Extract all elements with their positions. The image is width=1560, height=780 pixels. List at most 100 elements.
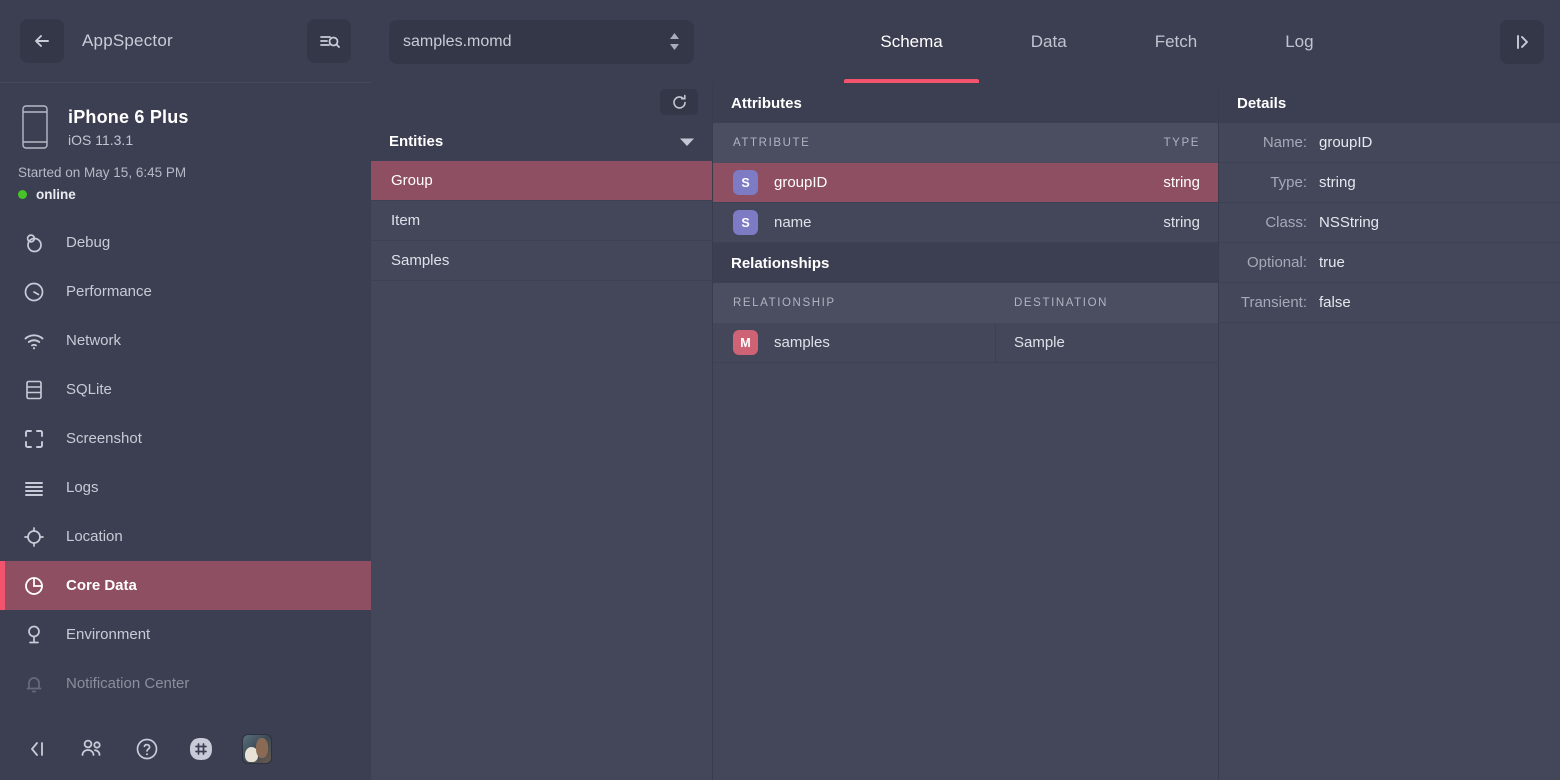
attribute-type: string	[1138, 214, 1218, 231]
sidebar-item-sqlite[interactable]: SQLite	[0, 365, 371, 414]
attribute-name-cell: S name	[713, 210, 1138, 235]
core-data-icon	[22, 574, 46, 598]
debug-icon	[22, 231, 46, 255]
column-relationship: RELATIONSHIP	[713, 297, 996, 309]
column-destination: DESTINATION	[996, 297, 1218, 309]
attributes-panel: Attributes ATTRIBUTE TYPE S groupID stri…	[713, 83, 1219, 780]
back-button[interactable]	[20, 19, 64, 63]
sidebar-item-core-data[interactable]: Core Data	[0, 561, 371, 610]
sidebar-item-debug[interactable]: Debug	[0, 218, 371, 267]
detail-value: string	[1319, 174, 1356, 191]
chevron-down-icon[interactable]	[680, 137, 694, 146]
team-icon[interactable]	[78, 737, 106, 761]
detail-row-class: Class: NSString	[1219, 203, 1560, 243]
sidebar-item-location[interactable]: Location	[0, 512, 371, 561]
filter-search-button[interactable]	[307, 19, 351, 63]
tab-label: Schema	[880, 32, 942, 52]
sidebar-item-network[interactable]: Network	[0, 316, 371, 365]
sidebar-item-label: Debug	[66, 234, 110, 251]
entities-empty-space	[371, 281, 712, 780]
table-row[interactable]: S name string	[713, 203, 1218, 243]
tab-label: Log	[1285, 32, 1313, 52]
attributes-empty-space	[713, 363, 1218, 780]
model-select-value: samples.momd	[403, 33, 511, 51]
sidebar-item-label: Notification Center	[66, 675, 189, 692]
detail-key: Type:	[1219, 174, 1319, 191]
sidebar-item-logs[interactable]: Logs	[0, 463, 371, 512]
network-icon	[22, 329, 46, 353]
table-row[interactable]: Item	[371, 201, 712, 241]
model-select[interactable]: samples.momd	[389, 20, 694, 64]
entities-title: Entities	[389, 133, 443, 150]
attributes-header: Attributes	[713, 83, 1218, 123]
status-badge: online	[18, 187, 371, 202]
column-attribute: ATTRIBUTE	[713, 137, 1138, 149]
filter-search-icon	[317, 29, 341, 53]
attributes-title: Attributes	[731, 95, 802, 112]
refresh-button[interactable]	[660, 89, 698, 115]
attributes-column-header: ATTRIBUTE TYPE	[713, 123, 1218, 163]
detail-value: true	[1319, 254, 1345, 271]
bell-icon	[22, 672, 46, 696]
help-icon[interactable]	[134, 736, 160, 762]
detail-key: Transient:	[1219, 294, 1319, 311]
entities-header: Entities	[371, 121, 712, 161]
detail-value: groupID	[1319, 134, 1372, 151]
sidebar-item-label: Screenshot	[66, 430, 142, 447]
detail-row-transient: Transient: false	[1219, 283, 1560, 323]
panel-expand-button[interactable]	[1500, 20, 1544, 64]
session-info: Started on May 15, 6:45 PM online	[0, 149, 371, 212]
collapse-sidebar-icon[interactable]	[26, 738, 50, 760]
details-title: Details	[1237, 95, 1286, 112]
sidebar-item-label: SQLite	[66, 381, 112, 398]
performance-icon	[22, 280, 46, 304]
sidebar-item-notification-center[interactable]: Notification Center	[0, 659, 371, 708]
app-title: AppSpector	[82, 31, 173, 51]
type-badge-string: S	[733, 170, 758, 195]
sidebar-header: AppSpector	[0, 0, 371, 83]
relationship-name: samples	[774, 334, 830, 351]
sidebar-item-label: Location	[66, 528, 123, 545]
table-row[interactable]: S groupID string	[713, 163, 1218, 203]
sidebar-item-performance[interactable]: Performance	[0, 267, 371, 316]
table-row[interactable]: Samples	[371, 241, 712, 281]
tab-data[interactable]: Data	[987, 0, 1111, 83]
avatar[interactable]	[242, 734, 272, 764]
detail-key: Optional:	[1219, 254, 1319, 271]
phone-icon	[22, 105, 48, 149]
device-name: iPhone 6 Plus	[68, 107, 189, 128]
session-started: Started on May 15, 6:45 PM	[18, 165, 371, 180]
relationship-destination: Sample	[996, 334, 1218, 351]
details-empty-space	[1219, 323, 1560, 780]
tab-log[interactable]: Log	[1241, 0, 1357, 83]
relationships-header: Relationships	[713, 243, 1218, 283]
details-header: Details	[1219, 83, 1560, 123]
table-row[interactable]: Group	[371, 161, 712, 201]
details-panel: Details Name: groupID Type: string Class…	[1219, 83, 1560, 780]
table-row[interactable]: M samples Sample	[713, 323, 1218, 363]
location-icon	[22, 525, 46, 549]
appspector-window: AppSpector iPhone 6 Plus iOS 11.3.1 St	[0, 0, 1560, 780]
relationships-column-header: RELATIONSHIP DESTINATION	[713, 283, 1218, 323]
tab-label: Fetch	[1155, 32, 1198, 52]
chevron-up-icon	[669, 33, 680, 40]
detail-value: false	[1319, 294, 1351, 311]
tab-schema[interactable]: Schema	[836, 0, 986, 83]
entity-name: Item	[391, 212, 420, 229]
sidebar: AppSpector iPhone 6 Plus iOS 11.3.1 St	[0, 0, 371, 780]
attribute-name-cell: S groupID	[713, 170, 1138, 195]
sidebar-item-label: Logs	[66, 479, 99, 496]
refresh-icon	[671, 94, 688, 111]
sidebar-item-environment[interactable]: Environment	[0, 610, 371, 659]
slack-icon[interactable]	[188, 736, 214, 762]
logs-icon	[22, 476, 46, 500]
detail-key: Class:	[1219, 214, 1319, 231]
device-text: iPhone 6 Plus iOS 11.3.1	[68, 107, 189, 148]
status-label: online	[36, 187, 76, 202]
relationships-title: Relationships	[731, 255, 829, 272]
chevron-down-icon	[669, 43, 680, 50]
tab-fetch[interactable]: Fetch	[1111, 0, 1242, 83]
tab-bar: Schema Data Fetch Log	[694, 0, 1500, 83]
tab-label: Data	[1031, 32, 1067, 52]
sidebar-item-screenshot[interactable]: Screenshot	[0, 414, 371, 463]
